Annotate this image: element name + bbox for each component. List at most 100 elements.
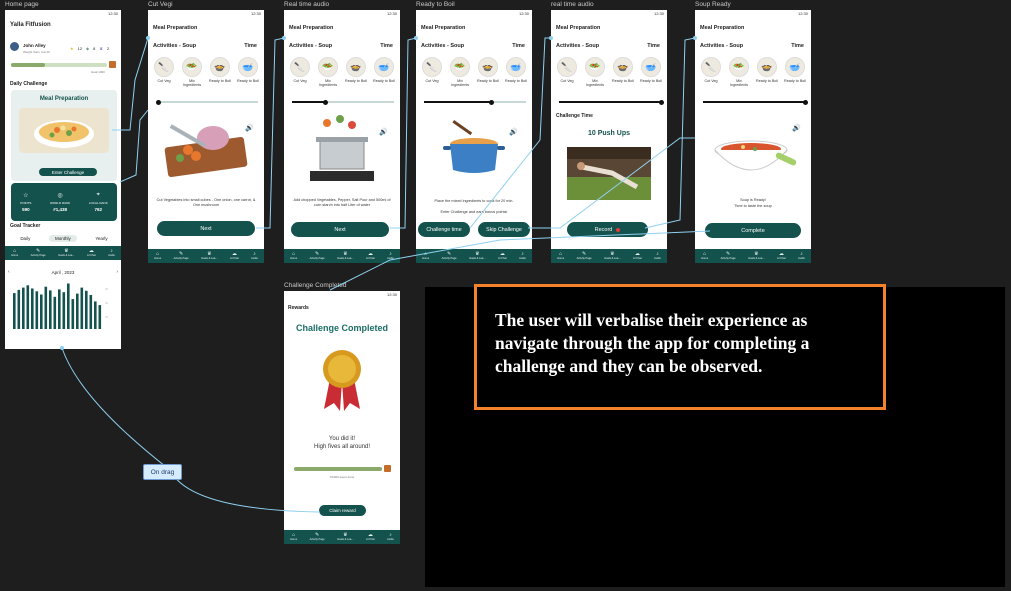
step-cut-veg[interactable]: 🔪 Cut Veg [152, 57, 176, 88]
step-boil[interactable]: 🍲 Ready to Boil [611, 57, 635, 88]
step-mix[interactable]: 🥗 Mix Ingredients [727, 57, 751, 88]
nav-ai-chat[interactable]: ☁ AI Chat [366, 532, 375, 542]
rt-audio-1-frame: 12:30 Meal Preparation Activities - Soup… [284, 10, 400, 263]
nav-activity[interactable]: ✎ Activity Page [721, 251, 736, 261]
step-mix[interactable]: 🥗 Mix Ingredients [583, 57, 607, 88]
step-mix[interactable]: 🥗 Mix Ingredients [316, 57, 340, 88]
challenge-card[interactable]: Meal Preparation Enter Challenge [11, 90, 117, 181]
nav-home[interactable]: ⌂ Home [11, 248, 18, 258]
nav-home[interactable]: ⌂ Home [701, 251, 708, 261]
step-boil-2[interactable]: 🥣 Ready to Boil [639, 57, 663, 88]
nav-activity[interactable]: ✎ Activity Page [442, 251, 457, 261]
step-boil[interactable]: 🍲 Ready to Boil [208, 57, 232, 88]
nav-ai-chat[interactable]: ☁ AI Chat [498, 251, 507, 261]
nav-audio[interactable]: ♪ Audio [387, 532, 394, 542]
bottom-nav: ⌂ Home ✎ Activity Page ♛ Goals & Lea... ☁ AI… [284, 530, 400, 544]
challenge-time-button[interactable]: Challenge time [418, 222, 470, 237]
step-cut-veg[interactable]: 🔪 Cut Veg [288, 57, 312, 88]
step-boil-2[interactable]: 🥣 Ready to Boil [783, 57, 807, 88]
next-month-icon[interactable]: › [116, 269, 118, 275]
nav-ai-chat-label: AI Chat [87, 253, 96, 257]
connector-drag-to-home [61, 347, 321, 513]
nav-audio[interactable]: ♪ Audio [654, 250, 661, 261]
mic-icon: ♪ [656, 250, 659, 257]
nav-ai-chat[interactable]: ☁ AI Chat [777, 251, 786, 261]
complete-button[interactable]: Complete [705, 223, 801, 238]
goals-icon: ♛ [207, 250, 212, 257]
section-title: Activities - Soup [289, 43, 333, 49]
step-boil[interactable]: 🍲 Ready to Boil [344, 57, 368, 88]
activity-icon: ✎ [36, 247, 41, 254]
step-boil-2[interactable]: 🥣 Ready to Boil [504, 57, 528, 88]
step-boil-2[interactable]: 🥣 Ready to Boil [372, 57, 396, 88]
step-boil-2[interactable]: 🥣 Ready to Boil [236, 57, 260, 88]
step-cut-veg[interactable]: 🔪 Cut Veg [420, 57, 444, 88]
step-mix[interactable]: 🥗 Mix Ingredients [448, 57, 472, 88]
nav-ai-chat[interactable]: ☁ AI Chat [633, 250, 642, 261]
nav-audio[interactable]: ♪ Audio [108, 248, 115, 258]
nav-home[interactable]: ⌂ Home [290, 532, 297, 542]
taste-soup-text: Time to taste the soup [734, 204, 772, 208]
chart-bar [58, 289, 61, 329]
chat-icon: ☁ [634, 250, 640, 257]
nav-audio-label: Audio [519, 256, 526, 260]
nav-goals[interactable]: ♛ Goals & Lea... [748, 251, 764, 261]
stat-world-rank-value: #1,438 [53, 207, 67, 212]
nav-activity-label: Activity Page [309, 537, 325, 541]
nav-home[interactable]: ⌂ Home [154, 251, 161, 261]
activity-header: Meal Preparation [700, 25, 745, 31]
enter-challenge-button[interactable]: Enter Challenge [39, 168, 97, 176]
nav-ai-chat[interactable]: ☁ AI Chat [230, 251, 239, 261]
tab-monthly[interactable]: Monthly [48, 235, 77, 242]
nav-goals[interactable]: ♛ Goals & Lea... [58, 248, 74, 258]
chart-bar [22, 287, 25, 329]
nav-home[interactable]: ⌂ Home [557, 251, 565, 261]
activity-steps: 🔪 Cut Veg 🥗 Mix Ingredients 🍲 Ready to Boil… [288, 57, 396, 88]
nav-ai-chat[interactable]: ☁ AI Chat [87, 248, 96, 258]
mic-icon: ♪ [253, 250, 256, 257]
step-boil[interactable]: 🍲 Ready to Boil [755, 57, 779, 88]
nav-activity[interactable]: ✎ Activity Page [309, 532, 325, 542]
speaker-icon[interactable]: 🔊 [509, 128, 518, 136]
nav-home[interactable]: ⌂ Home [422, 251, 429, 261]
chat-icon: ☁ [367, 250, 373, 257]
chart-bar [44, 286, 48, 329]
activity-steps: 🔪 Cut Veg 🥗 Mix Ingredients 🍲 Ready to Boil… [699, 57, 807, 88]
pot-icon: 🍲 [478, 57, 498, 77]
challenge-time-heading: Challenge Time [556, 113, 593, 119]
nav-activity[interactable]: ✎ Activity Page [577, 251, 592, 261]
nav-ai-chat-label: AI Chat [498, 256, 507, 260]
avatar[interactable] [10, 42, 19, 51]
next-button[interactable]: Next [157, 221, 255, 236]
tab-yearly[interactable]: Yearly [95, 236, 107, 241]
step-cut-veg[interactable]: 🔪 Cut Veg [555, 57, 579, 88]
nav-activity[interactable]: ✎ Activity Page [310, 251, 325, 261]
medal-icon [323, 350, 361, 411]
design-canvas: Home page Cut Vegi Real time audio Ready… [0, 0, 1011, 591]
nav-goals[interactable]: ♛ Goals & Lea... [469, 251, 485, 261]
nav-activity[interactable]: ✎ Activity Page [174, 251, 189, 261]
nav-home-label: Home [557, 256, 565, 260]
nav-audio[interactable]: ♪ Audio [251, 250, 258, 261]
nav-audio[interactable]: ♪ Audio [519, 251, 526, 261]
nav-audio[interactable]: ♪ Audio [387, 251, 394, 261]
nav-home[interactable]: ⌂ Home [290, 251, 297, 261]
step-cut-veg[interactable]: 🔪 Cut Veg [699, 57, 723, 88]
claim-reward-button[interactable]: Claim reward [319, 505, 366, 516]
nav-goals[interactable]: ♛ Goals & Lea... [201, 250, 217, 261]
nav-goals[interactable]: ♛ Goals & Lea... [337, 532, 353, 542]
nav-ai-chat[interactable]: ☁ AI Chat [366, 250, 375, 261]
on-drag-label: On drag [143, 464, 182, 480]
next-button[interactable]: Next [291, 222, 389, 237]
skip-challenge-button[interactable]: Skip Challenge [478, 222, 530, 237]
nav-audio[interactable]: ♪ Audio [798, 251, 805, 261]
nav-goals[interactable]: ♛ Goals & Lea... [604, 251, 620, 261]
chart-bar [62, 292, 66, 329]
nav-goals[interactable]: ♛ Goals & Lea... [337, 251, 353, 261]
record-button[interactable]: Record [567, 222, 648, 237]
nav-activity[interactable]: ✎ Activity Page [31, 247, 46, 258]
tab-daily[interactable]: Daily [20, 236, 30, 241]
step-mix[interactable]: 🥗 Mix Ingredients [180, 57, 204, 88]
stat-world-rank-label: WORLD RANK [49, 201, 71, 205]
step-boil[interactable]: 🍲 Ready to Boil [476, 57, 500, 88]
